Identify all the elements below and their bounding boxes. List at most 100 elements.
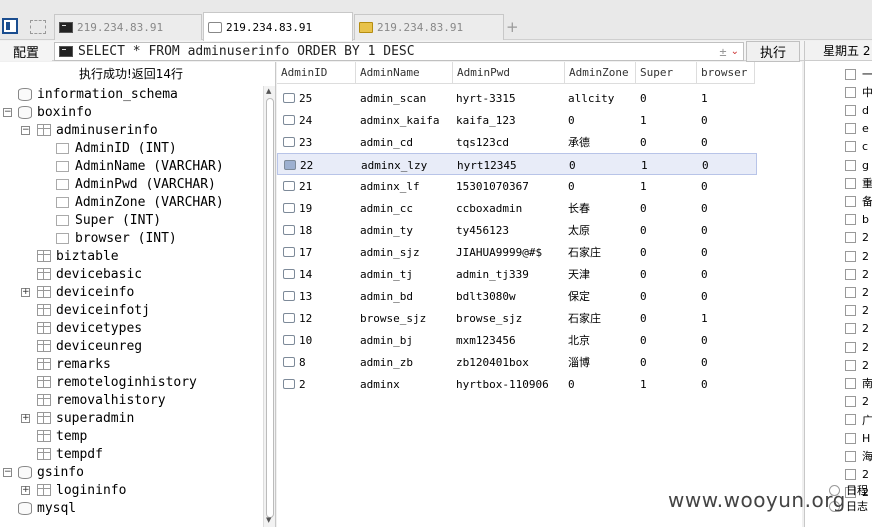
tree-node-table[interactable]: biztable <box>37 247 119 265</box>
table-cell[interactable]: 0 <box>568 175 575 197</box>
tree-node-db[interactable]: boxinfo <box>18 103 92 121</box>
table-cell[interactable]: admin_tj <box>360 263 413 285</box>
table-cell[interactable]: allcity <box>568 87 614 109</box>
table-row[interactable]: 10 admin_bj mxm123456 北京 0 0 <box>277 329 757 351</box>
table-cell[interactable]: 0 <box>640 219 647 241</box>
table-cell[interactable]: 0 <box>701 219 708 241</box>
table-cell[interactable]: admin_tj339 <box>456 263 529 285</box>
sql-input[interactable]: SELECT * FROM adminuserinfo ORDER BY 1 D… <box>54 42 744 61</box>
table-cell[interactable]: 淄博 <box>568 351 590 373</box>
calendar-item[interactable]: 2 <box>845 283 869 301</box>
checkbox-icon[interactable] <box>845 141 856 153</box>
table-cell[interactable]: 13 <box>299 285 312 307</box>
table-cell[interactable]: 14 <box>299 263 312 285</box>
table-cell[interactable]: 21 <box>299 175 312 197</box>
calendar-item[interactable]: e <box>845 120 869 138</box>
tree-node-col[interactable]: browser (INT) <box>56 229 177 247</box>
scroll-down-icon[interactable]: ▼ <box>266 516 271 524</box>
checkbox-icon[interactable] <box>845 232 856 244</box>
calendar-item[interactable]: 2 <box>845 320 869 338</box>
calendar-item[interactable]: 2 <box>845 393 869 411</box>
checkbox-icon[interactable] <box>845 450 856 462</box>
checkbox-icon[interactable] <box>845 414 856 426</box>
table-cell[interactable]: 0 <box>701 329 708 351</box>
table-cell[interactable]: adminx <box>360 373 400 395</box>
table-row[interactable]: 18 admin_ty ty456123 太原 0 0 <box>277 219 757 241</box>
tree-node-table[interactable]: devicebasic <box>37 265 142 283</box>
table-cell[interactable]: 0 <box>640 197 647 219</box>
table-cell[interactable]: 1 <box>640 109 647 131</box>
table-cell[interactable]: 0 <box>701 109 708 131</box>
table-row[interactable]: 13 admin_bd bdlt3080w 保定 0 0 <box>277 285 757 307</box>
table-cell[interactable]: tqs123cd <box>456 131 509 153</box>
table-cell[interactable]: admin_zb <box>360 351 413 373</box>
tree-node-table[interactable]: removalhistory <box>37 391 166 409</box>
table-row[interactable]: 14 admin_tj admin_tj339 天津 0 0 <box>277 263 757 285</box>
table-cell[interactable]: 太原 <box>568 219 590 241</box>
table-cell[interactable]: 0 <box>569 154 576 176</box>
collapse-icon[interactable]: − <box>3 468 12 477</box>
new-tab-button[interactable]: + <box>506 18 519 36</box>
table-cell[interactable]: ccboxadmin <box>456 197 522 219</box>
table-row[interactable]: 22 adminx_lzy hyrt12345 0 1 0 <box>277 153 757 175</box>
tree-node-col[interactable]: AdminZone (VARCHAR) <box>56 193 224 211</box>
checkbox-icon[interactable] <box>845 86 856 98</box>
table-cell[interactable]: 承德 <box>568 131 590 153</box>
checkbox-icon[interactable] <box>845 341 856 353</box>
table-cell[interactable]: 1 <box>641 154 648 176</box>
table-cell[interactable]: 1 <box>640 373 647 395</box>
checkbox-icon[interactable] <box>845 68 856 80</box>
tree-node-col[interactable]: AdminPwd (VARCHAR) <box>56 175 216 193</box>
table-cell[interactable]: 17 <box>299 241 312 263</box>
table-cell[interactable]: 18 <box>299 219 312 241</box>
table-cell[interactable]: 保定 <box>568 285 590 307</box>
calendar-item[interactable]: 2 <box>845 356 869 374</box>
table-cell[interactable]: 25 <box>299 87 312 109</box>
checkbox-icon[interactable] <box>845 123 856 135</box>
config-button[interactable]: 配置 <box>0 41 52 61</box>
checkbox-icon[interactable] <box>845 104 856 116</box>
table-cell[interactable]: hyrt12345 <box>457 154 517 176</box>
panel-toggle-icon[interactable] <box>2 18 18 34</box>
table-row[interactable]: 8 admin_zb zb120401box 淄博 0 0 <box>277 351 757 373</box>
checkbox-icon[interactable] <box>845 468 856 480</box>
collapse-icon[interactable]: − <box>3 108 12 117</box>
tree-node-col[interactable]: AdminName (VARCHAR) <box>56 157 224 175</box>
calendar-item[interactable]: 2 <box>845 229 869 247</box>
tree-node-db[interactable]: information_schema <box>18 85 178 103</box>
table-cell[interactable]: 0 <box>640 307 647 329</box>
table-cell[interactable]: 23 <box>299 131 312 153</box>
calendar-item[interactable]: d <box>845 101 869 119</box>
collapse-icon[interactable]: − <box>21 126 30 135</box>
table-cell[interactable]: browse_sjz <box>360 307 426 329</box>
tree-node-table[interactable]: temp <box>37 427 87 445</box>
table-cell[interactable]: 2 <box>299 373 306 395</box>
checkbox-icon[interactable] <box>845 268 856 280</box>
calendar-item[interactable]: c <box>845 138 868 156</box>
tree-node-table[interactable]: deviceunreg <box>37 337 142 355</box>
calendar-item[interactable]: 中 <box>845 83 872 101</box>
column-header[interactable]: AdminName <box>356 62 453 84</box>
checkbox-icon[interactable] <box>845 177 856 189</box>
expand-icon[interactable]: + <box>21 288 30 297</box>
table-row[interactable]: 21 adminx_lf 15301070367 0 1 0 <box>277 175 757 197</box>
blank-tab-icon[interactable] <box>30 20 46 34</box>
table-cell[interactable]: JIAHUA9999@#$ <box>456 241 542 263</box>
calendar-item[interactable]: 2 <box>845 247 869 265</box>
tree-node-table[interactable]: remarks <box>37 355 111 373</box>
table-cell[interactable]: 0 <box>701 351 708 373</box>
table-cell[interactable]: 0 <box>701 131 708 153</box>
tab-3[interactable]: 219.234.83.91 <box>354 14 504 40</box>
table-cell[interactable]: 天津 <box>568 263 590 285</box>
table-cell[interactable]: admin_bd <box>360 285 413 307</box>
tree-node-db[interactable]: mysql <box>18 499 76 517</box>
calendar-item[interactable]: 一 <box>845 65 872 83</box>
tree-node-col[interactable]: Super (INT) <box>56 211 161 229</box>
tree-node-db[interactable]: gsinfo <box>18 463 84 481</box>
calendar-item[interactable]: 海 <box>845 447 872 465</box>
scrollbar-thumb[interactable] <box>266 98 274 518</box>
table-cell[interactable]: kaifa_123 <box>456 109 516 131</box>
table-cell[interactable]: admin_cc <box>360 197 413 219</box>
table-cell[interactable]: adminx_lf <box>360 175 420 197</box>
checkbox-icon[interactable] <box>845 159 856 171</box>
